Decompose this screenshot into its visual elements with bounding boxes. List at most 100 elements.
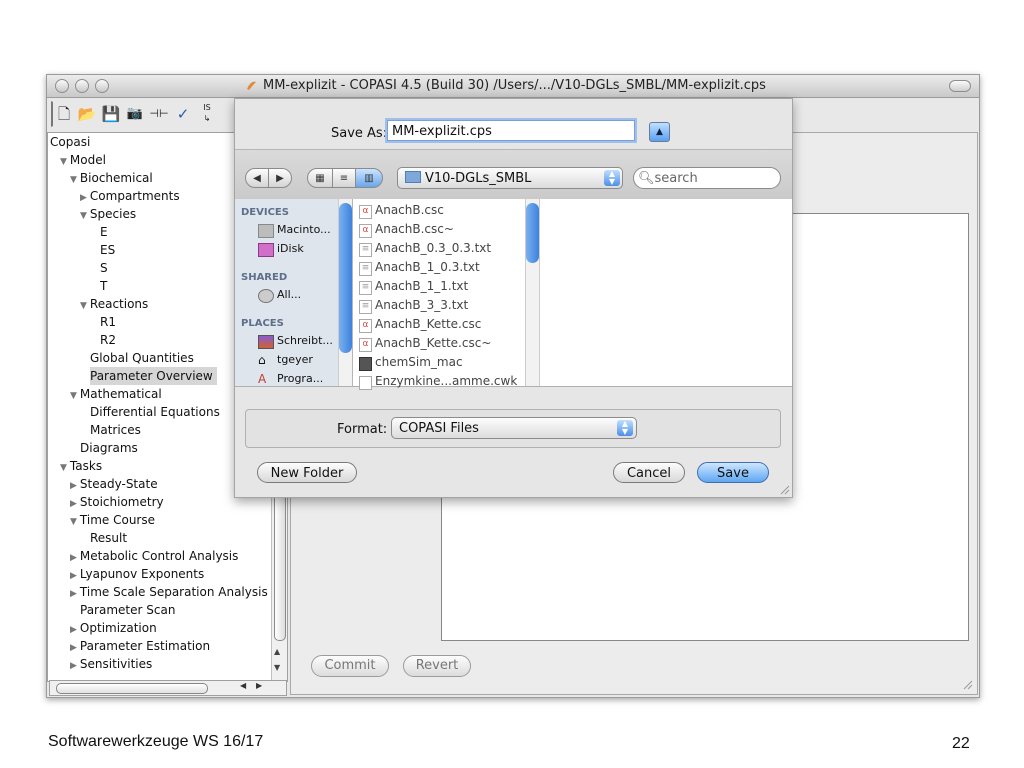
tree-item[interactable]: Parameter Overview <box>90 367 217 385</box>
tree-item[interactable]: ▼ Time Course <box>70 511 155 529</box>
disclosure-open-icon[interactable]: ▼ <box>80 211 87 221</box>
tree-item[interactable]: ▼ Mathematical <box>70 385 162 403</box>
sidebar-item-idisk[interactable]: iDisk <box>277 242 304 255</box>
tree-item[interactable]: T <box>100 277 107 295</box>
disclosure-open-icon[interactable]: ▼ <box>70 391 77 401</box>
sidebar-scroll-thumb[interactable] <box>339 203 352 353</box>
sidebar-item-macintosh[interactable]: Macinto... <box>277 223 331 236</box>
file-list-item[interactable]: chemSim_mac <box>375 355 463 369</box>
filename-input[interactable]: MM-explizit.cps <box>387 120 635 141</box>
reaction-arrow-icon[interactable]: ⊣⊢ <box>147 101 171 127</box>
sidebar-item-applications[interactable]: Progra... <box>277 372 323 385</box>
commit-button[interactable]: Commit <box>311 655 389 677</box>
disclosure-closed-icon[interactable]: ▶ <box>80 193 87 203</box>
tree-item[interactable]: ▼ Tasks <box>60 457 102 475</box>
file-list-item[interactable]: AnachB_3_3.txt <box>375 298 468 312</box>
tree-item[interactable]: ▶ Optimization <box>70 619 157 637</box>
scroll-left-arrow-icon[interactable]: ◀ <box>240 681 246 690</box>
new-document-icon[interactable]: 🗋 <box>51 101 76 127</box>
sidebar-item-desktop[interactable]: Schreibt... <box>277 334 333 347</box>
tree-item[interactable]: Global Quantities <box>90 349 194 367</box>
disclosure-closed-icon[interactable]: ▶ <box>70 589 77 599</box>
sbml-import-icon[interactable]: IS ↳ <box>195 101 219 127</box>
tree-item[interactable]: ▶ Steady-State <box>70 475 158 493</box>
file-list-item[interactable]: AnachB_Kette.csc <box>375 317 481 331</box>
tree-item[interactable]: E <box>100 223 108 241</box>
tree-item[interactable]: R2 <box>100 331 116 349</box>
cancel-button[interactable]: Cancel <box>613 462 685 483</box>
scroll-down-arrow-icon[interactable]: ▼ <box>274 663 280 672</box>
forward-arrow-icon[interactable]: ▶ <box>268 168 292 188</box>
tree-item[interactable]: Matrices <box>90 421 141 439</box>
title-bar[interactable]: MM-explizit - COPASI 4.5 (Build 30) /Use… <box>47 75 979 98</box>
disclosure-closed-icon[interactable]: ▶ <box>70 571 77 581</box>
tree-item[interactable]: R1 <box>100 313 116 331</box>
tree-item[interactable]: ES <box>100 241 115 259</box>
disclosure-closed-icon[interactable]: ▶ <box>70 499 77 509</box>
resize-grip-icon[interactable] <box>778 483 790 495</box>
file-list-item[interactable]: AnachB_1_1.txt <box>375 279 468 293</box>
file-list-item[interactable]: AnachB_Kette.csc~ <box>375 336 491 350</box>
tree-item[interactable]: Parameter Scan <box>80 601 175 619</box>
tree-item[interactable]: ▼ Reactions <box>80 295 148 313</box>
disclosure-closed-icon[interactable]: ▶ <box>70 481 77 491</box>
file-list-scroll-thumb[interactable] <box>526 203 539 263</box>
minimize-window-button[interactable] <box>75 79 89 93</box>
list-view-icon[interactable]: ≡ <box>332 168 356 188</box>
tree-item[interactable]: ▼ Model <box>60 151 106 169</box>
disclosure-open-icon[interactable]: ▼ <box>70 175 77 185</box>
disclosure-closed-icon[interactable]: ▶ <box>70 553 77 563</box>
tree-item[interactable]: Copasi <box>50 133 90 151</box>
disclosure-closed-icon[interactable]: ▶ <box>70 643 77 653</box>
file-list-item[interactable]: AnachB.csc~ <box>375 222 454 236</box>
disclosure-open-icon[interactable]: ▼ <box>60 463 67 473</box>
tree-item[interactable]: ▶ Time Scale Separation Analysis <box>70 583 268 601</box>
search-field[interactable]: 🔍︎search <box>633 167 781 189</box>
file-list-item[interactable]: AnachB_0.3_0.3.txt <box>375 241 491 255</box>
disclosure-open-icon[interactable]: ▼ <box>80 301 87 311</box>
disclosure-closed-icon[interactable]: ▶ <box>70 625 77 635</box>
tree-item[interactable]: ▶ Stoichiometry <box>70 493 164 511</box>
tree-item[interactable]: ▶ Sensitivities <box>70 655 152 673</box>
tree-item[interactable]: Diagrams <box>80 439 138 457</box>
scroll-right-arrow-icon[interactable]: ▶ <box>256 681 262 690</box>
resize-grip-icon[interactable] <box>961 678 973 690</box>
close-window-button[interactable] <box>55 79 69 93</box>
file-list-item[interactable]: AnachB_1_0.3.txt <box>375 260 480 274</box>
format-popup[interactable]: COPASI Files ▲ ▼ <box>391 417 637 439</box>
tree-item[interactable]: ▶ Parameter Estimation <box>70 637 210 655</box>
save-disk-icon[interactable]: 💾 <box>99 101 123 127</box>
disclosure-open-icon[interactable]: ▼ <box>70 517 77 527</box>
new-folder-button[interactable]: New Folder <box>257 462 357 483</box>
disclosure-open-icon[interactable]: ▼ <box>60 157 67 167</box>
back-arrow-icon[interactable]: ◀ <box>245 168 269 188</box>
disclosure-closed-icon[interactable]: ▶ <box>70 661 77 671</box>
tree-item[interactable]: S <box>100 259 108 277</box>
horizontal-scroll-thumb[interactable] <box>56 683 208 694</box>
open-folder-icon[interactable]: 📂 <box>75 101 99 127</box>
tree-item[interactable]: ▼ Biochemical <box>70 169 153 187</box>
tree-item-label: S <box>100 261 108 275</box>
file-list-item[interactable]: Enzymkine...amme.cwk <box>375 374 517 388</box>
save-button[interactable]: Save <box>697 462 769 483</box>
collapse-dialog-button[interactable]: ▲ <box>649 122 670 142</box>
checkmark-icon[interactable]: ✓ <box>171 101 195 127</box>
folder-popup[interactable]: V10-DGLs_SMBL ▲ ▼ <box>397 167 623 189</box>
sidebar-item-all[interactable]: All... <box>277 288 301 301</box>
tree-item[interactable]: ▼ Species <box>80 205 136 223</box>
scroll-up-arrow-icon[interactable]: ▲ <box>274 647 280 656</box>
camera-icon[interactable]: 📷 <box>123 101 147 127</box>
sidebar-item-home[interactable]: tgeyer <box>277 353 313 366</box>
tree-item[interactable]: Differential Equations <box>90 403 220 421</box>
tree-item[interactable]: ▶ Metabolic Control Analysis <box>70 547 238 565</box>
tree-item[interactable]: Result <box>90 529 127 547</box>
tree-horizontal-scrollbar[interactable]: ◀ ▶ <box>49 680 287 696</box>
tree-item[interactable]: ▶ Lyapunov Exponents <box>70 565 204 583</box>
column-view-icon[interactable]: ▥ <box>355 168 383 188</box>
file-list-item[interactable]: AnachB.csc <box>375 203 444 217</box>
icon-view-icon[interactable]: ▦ <box>307 168 333 188</box>
toolbar-toggle-button[interactable] <box>949 80 971 92</box>
revert-button[interactable]: Revert <box>403 655 471 677</box>
tree-item[interactable]: ▶ Compartments <box>80 187 180 205</box>
zoom-window-button[interactable] <box>95 79 109 93</box>
